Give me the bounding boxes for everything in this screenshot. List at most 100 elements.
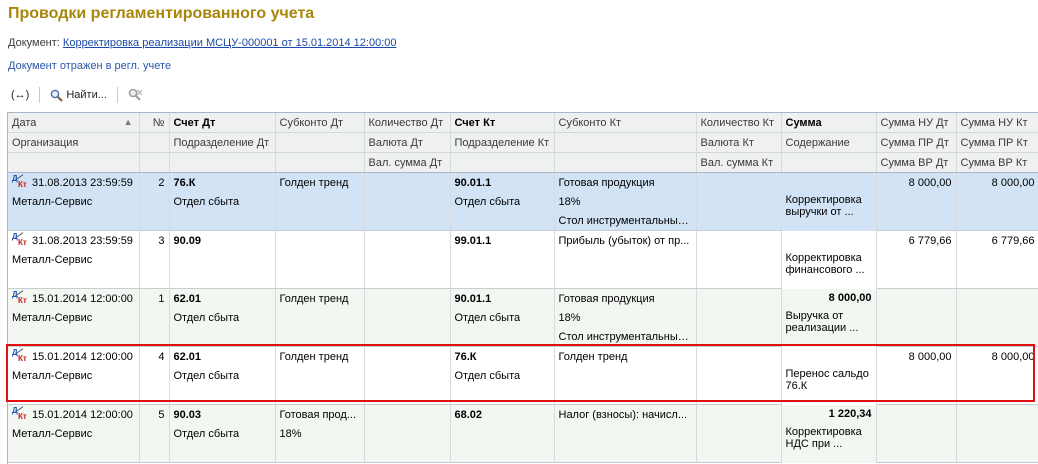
find-button[interactable]: Найти... [47,88,110,103]
column-header[interactable]: Сумма ПР Дт [876,132,957,153]
toggle-view-button[interactable]: (↔) [8,88,32,102]
column-header[interactable] [275,132,365,153]
column-header-label: Субконто Дт [279,116,344,129]
column-header[interactable] [139,132,170,153]
posting-sum [781,230,877,250]
column-header-label: Вал. сумма Кт [700,156,774,169]
table-row[interactable]: Стол инструментальный... [8,211,1038,231]
blank [8,327,140,347]
column-header[interactable]: Сумма НУ Дт [876,113,957,133]
posting-sum [781,346,877,366]
table-row[interactable] [8,385,1038,405]
column-header[interactable]: Валюта Кт [696,132,782,153]
sum-pr-dt [876,424,957,443]
account-dt: 62.01 [169,346,276,366]
posting-number: 1 [139,288,170,308]
account-dt: 90.09 [169,230,276,250]
column-header[interactable]: Подразделение Дт [169,132,276,153]
column-header[interactable]: Количество Дт [364,113,451,133]
column-header[interactable]: Валюта Дт [364,132,451,153]
table-row[interactable]: Стол инструментальный... [8,327,1038,347]
table-row[interactable]: Д Кт 31.08.2013 23:59:59 2 76.К Голден тренд 9… [8,172,1038,192]
table-row[interactable]: Металл-Сервис Отдел сбыта Отдел сбыта Перен… [8,366,1038,405]
column-header[interactable]: Сумма НУ Кт [956,113,1038,133]
currency-sum-dt [364,385,451,405]
table-row[interactable]: Металл-Сервис Отдел сбыта 18% Корректировка… [8,424,1038,463]
blank [8,269,140,289]
column-header[interactable] [554,152,697,173]
column-header[interactable] [139,152,170,173]
quantity-kt [696,346,782,366]
column-header[interactable]: Содержание [781,132,877,153]
column-header[interactable]: Сумма ПР Кт [956,132,1038,153]
subconto-kt [554,385,697,405]
postings-table: Дата ▲ № Счет Дт Субконто Дт Количество Дт Сче… [7,112,1038,464]
column-header[interactable] [169,152,276,173]
posting-content: Корректировка выручки от ... [781,192,877,231]
posting-number: 2 [139,172,170,192]
subconto-dt: Голден тренд [275,172,365,192]
column-header[interactable]: Вал. сумма Дт [364,152,451,173]
table-row[interactable]: Д Кт 15.01.2014 12:00:00 5 90.03 Готовая прод… [8,404,1038,424]
subconto-kt: Стол инструментальный... [554,327,697,347]
sum-vr-kt [956,269,1038,289]
department-dt: Отдел сбыта [169,424,276,443]
subconto-dt: Голден тренд [275,346,365,366]
column-header-label: Субконто Кт [558,116,622,129]
blank [275,385,365,405]
department-dt: Отдел сбыта [169,192,276,211]
table-row[interactable]: Д Кт 15.01.2014 12:00:00 1 62.01 Голден тренд… [8,288,1038,308]
sum-nu-dt [876,404,957,424]
column-header[interactable]: Подразделение Кт [450,132,555,153]
column-header[interactable]: Организация [8,132,140,153]
column-header[interactable]: Вал. сумма Кт [696,152,782,173]
column-header[interactable] [450,152,555,173]
column-header[interactable]: Счет Дт [169,113,276,133]
table-row[interactable] [8,269,1038,289]
column-header[interactable] [8,152,140,173]
table-row[interactable] [8,443,1038,463]
posting-date-cell: Д Кт 15.01.2014 12:00:00 [8,404,140,424]
column-header[interactable]: Дата ▲ [8,113,140,133]
sum-vr-dt [876,269,957,289]
number-blank [139,192,170,211]
column-header[interactable]: Счет Кт [450,113,555,133]
column-header[interactable] [275,152,365,173]
sum-nu-kt: 8 000,00 [956,346,1038,366]
document-link[interactable]: Корректировка реализации МСЦУ-000001 от … [63,37,397,49]
column-header[interactable]: Субконто Дт [275,113,365,133]
table-row[interactable]: Д Кт 15.01.2014 12:00:00 4 62.01 Голден тренд… [8,346,1038,366]
posting-content: Выручка от реализации ... [781,308,877,347]
blank [169,211,276,231]
column-header-label: Подразделение Кт [454,136,550,149]
header-row: Организация Подразделение Дт Валюта Дт Подр… [8,132,1038,153]
table-row[interactable]: Металл-Сервис Корректировка финансового .… [8,250,1038,289]
column-header[interactable]: Количество Кт [696,113,782,133]
magnifier-icon [51,89,64,102]
table-row[interactable]: Металл-Сервис Отдел сбыта Отдел сбыта 18% Вы… [8,308,1038,347]
subconto-kt [554,424,697,443]
cancel-search-button[interactable] [125,87,146,103]
organization: Металл-Сервис [8,250,140,269]
quantity-kt [696,172,782,192]
posting-content: Перенос сальдо 76.К [781,366,877,405]
column-header[interactable]: Сумма [781,113,877,133]
department-dt: Отдел сбыта [169,308,276,327]
column-header[interactable] [554,132,697,153]
column-header[interactable]: Сумма ВР Кт [956,152,1038,173]
currency-kt [696,308,782,327]
column-header[interactable]: Сумма ВР Дт [876,152,957,173]
column-header-label: Вал. сумма Дт [368,156,443,169]
number-blank [139,424,170,443]
column-header[interactable] [781,152,877,173]
quantity-kt [696,404,782,424]
table-row[interactable]: Д Кт 31.08.2013 23:59:59 3 90.09 99.01.1 Прибы… [8,230,1038,250]
sum-pr-dt [876,366,957,385]
sum-pr-kt [956,424,1038,443]
column-header[interactable]: Субконто Кт [554,113,697,133]
account-kt: 90.01.1 [450,172,555,192]
organization: Металл-Сервис [8,192,140,211]
table-row[interactable]: Металл-Сервис Отдел сбыта Отдел сбыта 18% Ко… [8,192,1038,231]
column-header[interactable]: № [139,113,170,133]
sort-icon[interactable]: ▲ [124,117,133,127]
